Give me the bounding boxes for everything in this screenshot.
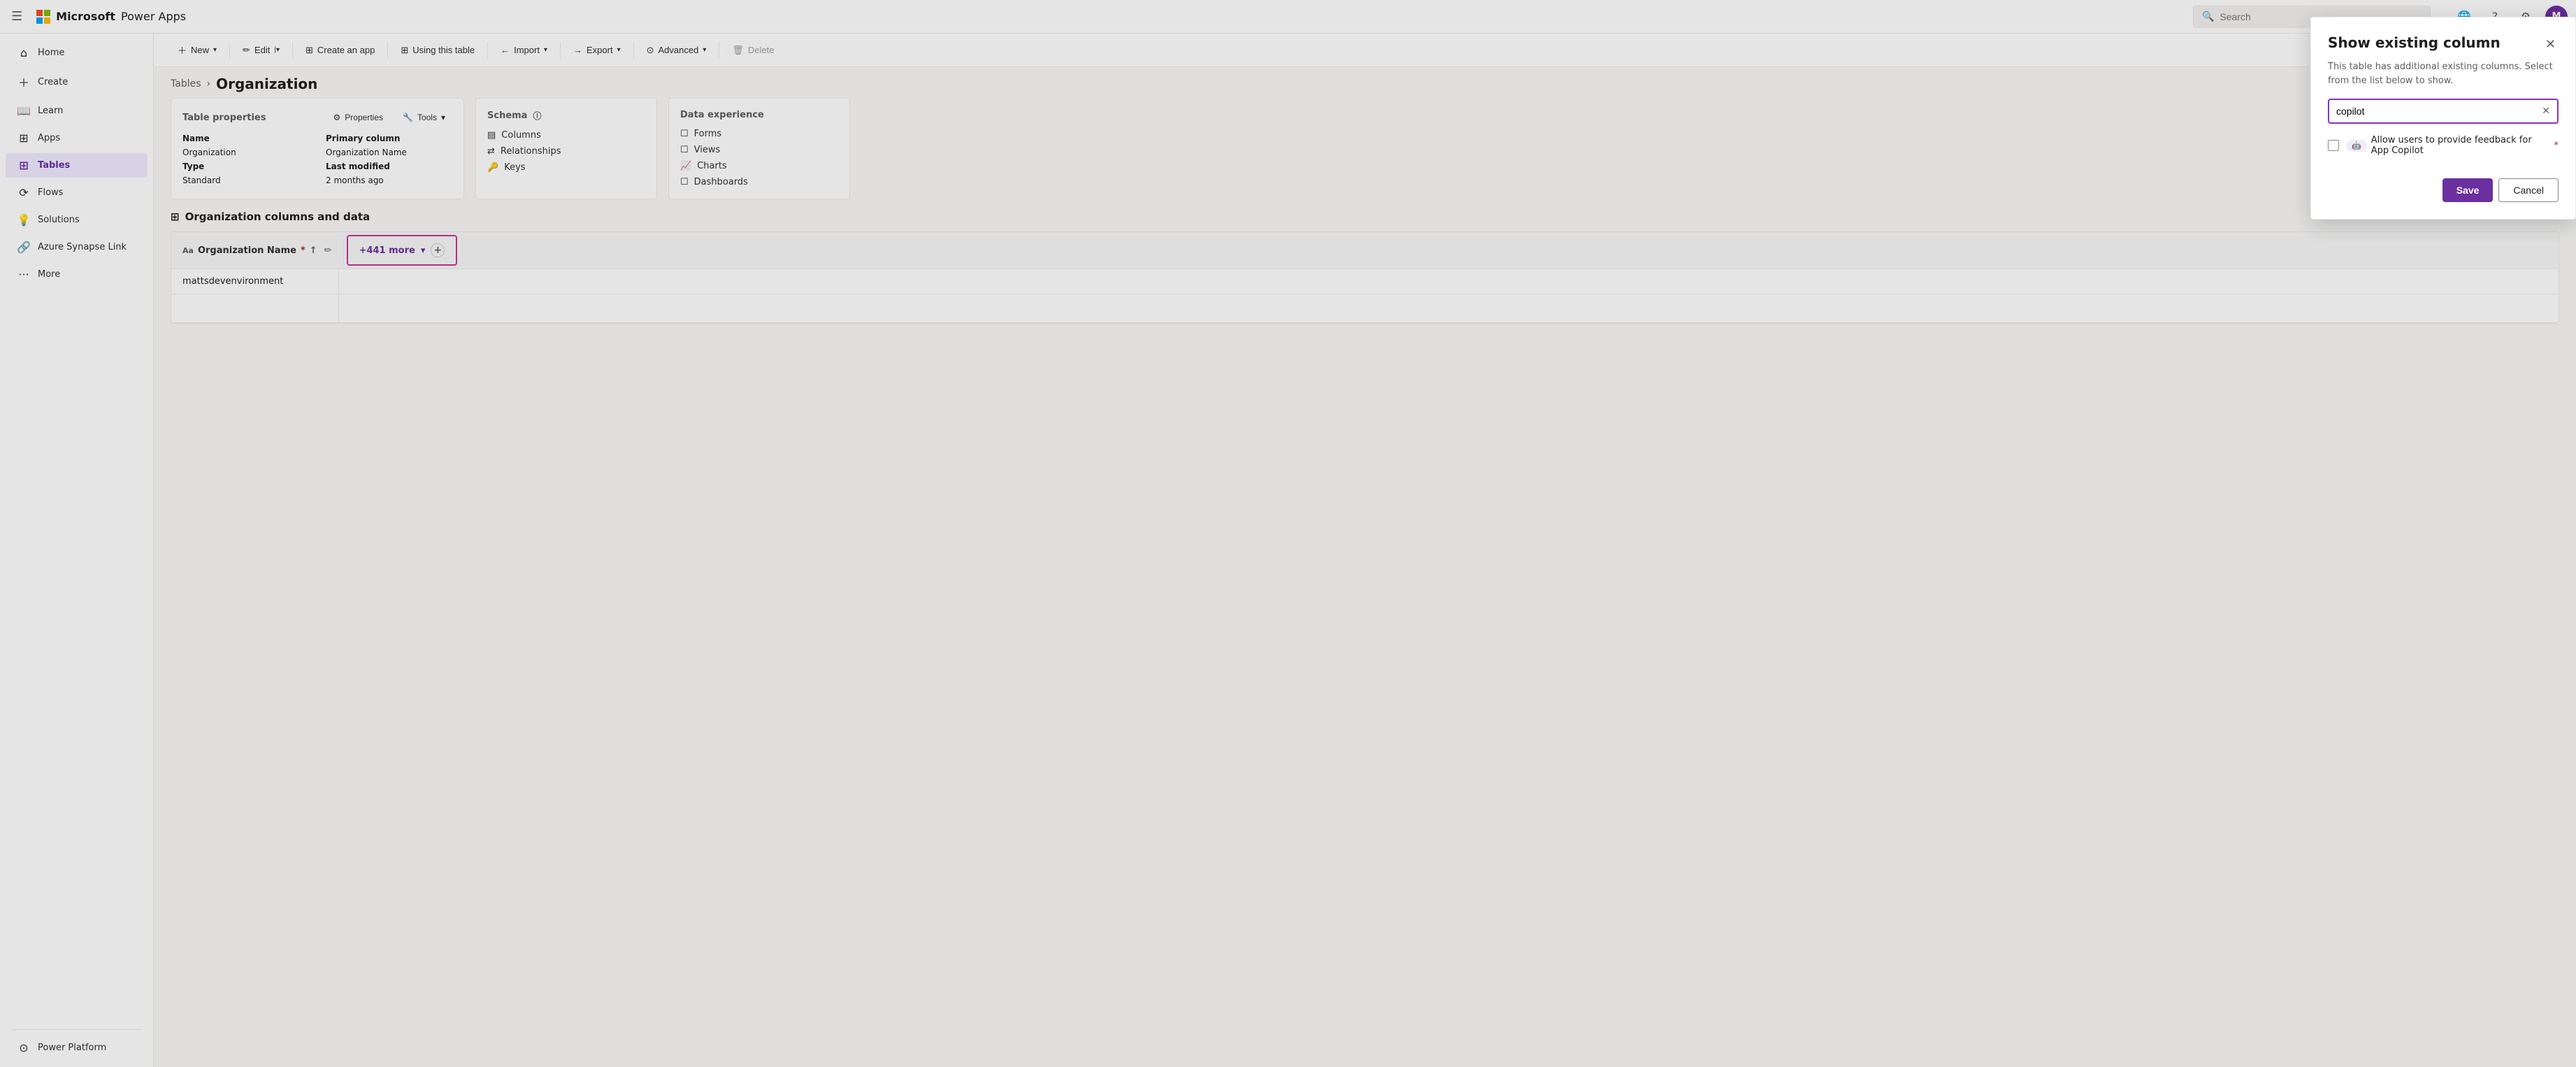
modal-option-label: 🤖 Allow users to provide feedback for Ap… xyxy=(2346,135,2559,156)
copilot-badge: 🤖 xyxy=(2346,140,2367,152)
modal-close-button[interactable]: ✕ xyxy=(2542,34,2559,55)
modal-save-button[interactable]: Save xyxy=(2442,178,2494,202)
modal-overlay[interactable] xyxy=(0,0,2576,1067)
show-existing-column-modal: Show existing column ✕ This table has ad… xyxy=(2310,17,2576,220)
required-star: * xyxy=(2554,141,2559,151)
modal-search-box[interactable]: ✕ xyxy=(2328,99,2559,124)
modal-title: Show existing column xyxy=(2328,34,2501,51)
modal-description: This table has additional existing colum… xyxy=(2328,60,2559,87)
modal-search-clear-icon[interactable]: ✕ xyxy=(2542,106,2550,117)
modal-option-checkbox[interactable] xyxy=(2328,140,2339,151)
modal-footer: Save Cancel xyxy=(2328,178,2559,202)
modal-header: Show existing column ✕ xyxy=(2328,34,2559,55)
modal-option-copilot: 🤖 Allow users to provide feedback for Ap… xyxy=(2328,135,2559,156)
modal-search-input[interactable] xyxy=(2336,106,2536,117)
modal-cancel-button[interactable]: Cancel xyxy=(2498,178,2559,202)
modal-option-text: Allow users to provide feedback for App … xyxy=(2371,135,2550,156)
